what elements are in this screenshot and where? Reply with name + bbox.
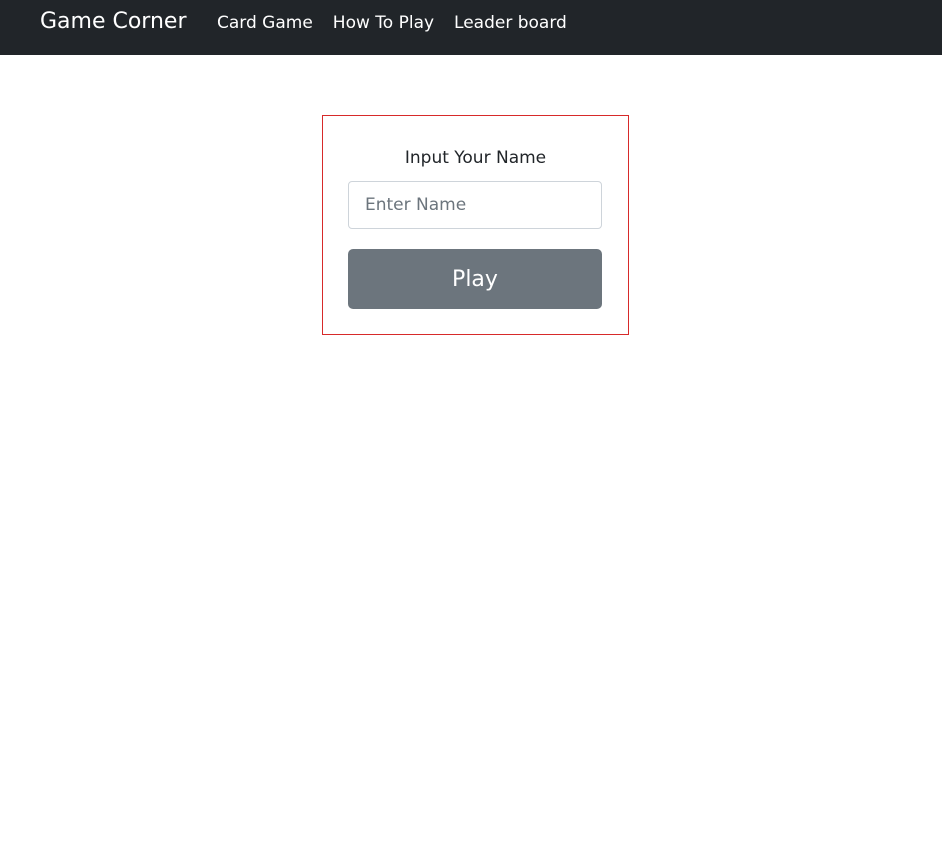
brand-link[interactable]: Game Corner [40, 9, 187, 35]
name-form: Input Your Name Play [322, 115, 629, 335]
nav-links: Card Game How To Play Leader board [217, 12, 567, 34]
navbar: Game Corner Card Game How To Play Leader… [0, 0, 942, 55]
name-label: Input Your Name [404, 148, 547, 168]
nav-link-card-game[interactable]: Card Game [217, 12, 313, 34]
nav-link-leader-board[interactable]: Leader board [454, 12, 567, 34]
play-button[interactable]: Play [348, 249, 602, 309]
nav-link-how-to-play[interactable]: How To Play [333, 12, 434, 34]
name-input[interactable] [348, 181, 602, 229]
